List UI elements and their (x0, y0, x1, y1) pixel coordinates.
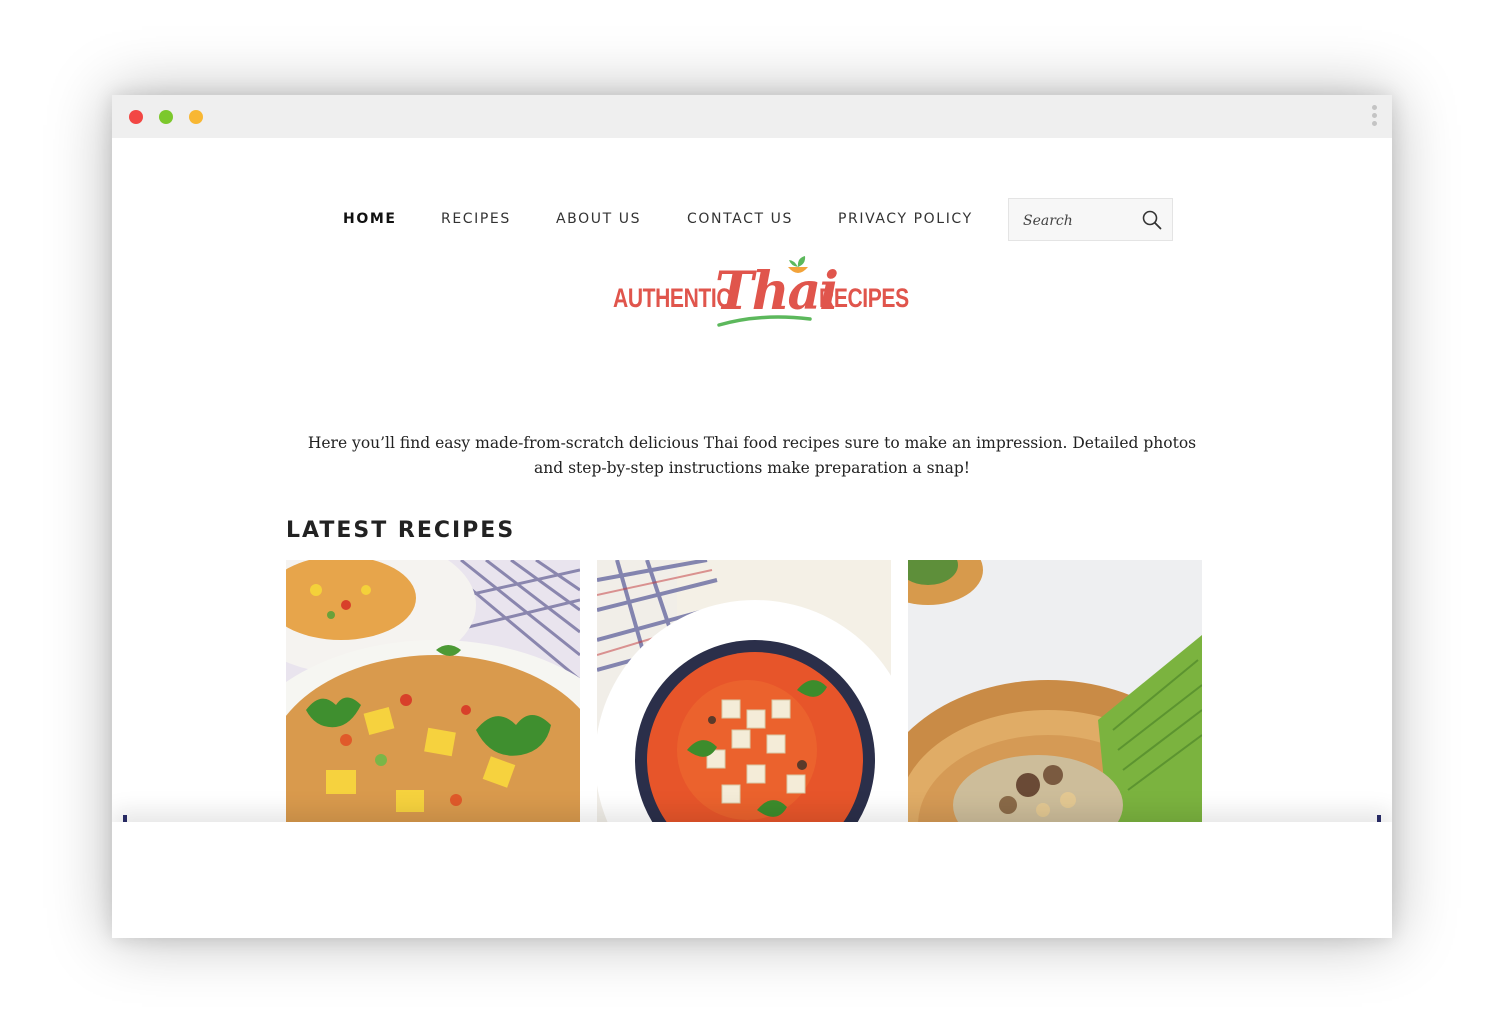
nav-recipes[interactable]: RECIPES (441, 211, 511, 227)
edge-marker-right (1377, 815, 1381, 822)
recipe-card-red-curry-tofu[interactable] (597, 560, 891, 822)
browser-titlebar (112, 95, 1392, 138)
close-window-button[interactable] (129, 110, 143, 124)
nav-contact-us[interactable]: CONTACT US (687, 211, 793, 227)
main-nav: HOME RECIPES ABOUT US CONTACT US PRIVACY… (112, 199, 1392, 247)
recipe-photo-sticky-rice (908, 560, 1202, 822)
nav-privacy-policy[interactable]: PRIVACY POLICY (838, 211, 973, 227)
logo-bowl-leaf-icon (788, 256, 808, 273)
recipe-photo-red-curry-tofu (597, 560, 891, 822)
search-input[interactable] (1021, 210, 1135, 232)
recipe-photo-pineapple-fried-rice (286, 560, 580, 822)
search-icon[interactable] (1142, 210, 1162, 230)
minimize-window-button[interactable] (159, 110, 173, 124)
browser-window: HOME RECIPES ABOUT US CONTACT US PRIVACY… (112, 95, 1392, 938)
search-box (1008, 198, 1173, 241)
browser-menu-icon[interactable] (1370, 105, 1378, 131)
page-bottom-overlay (112, 822, 1392, 938)
nav-about-us[interactable]: ABOUT US (556, 211, 641, 227)
nav-home[interactable]: HOME (343, 211, 397, 227)
logo-text-recipes: RECIPES (819, 283, 909, 313)
recipe-card-sticky-rice[interactable] (908, 560, 1202, 822)
logo-text-authentic: AUTHENTIC (613, 283, 732, 313)
zoom-window-button[interactable] (189, 110, 203, 124)
site-logo[interactable]: AUTHENTIC Thai RECIPES (607, 255, 909, 335)
latest-recipes-heading: LATEST RECIPES (286, 518, 516, 544)
logo-swoosh-icon (717, 315, 812, 327)
intro-text: Here you’ll find easy made-from-scratch … (307, 433, 1197, 477)
recipe-card-pineapple-fried-rice[interactable] (286, 560, 580, 822)
edge-marker-left (123, 815, 127, 822)
